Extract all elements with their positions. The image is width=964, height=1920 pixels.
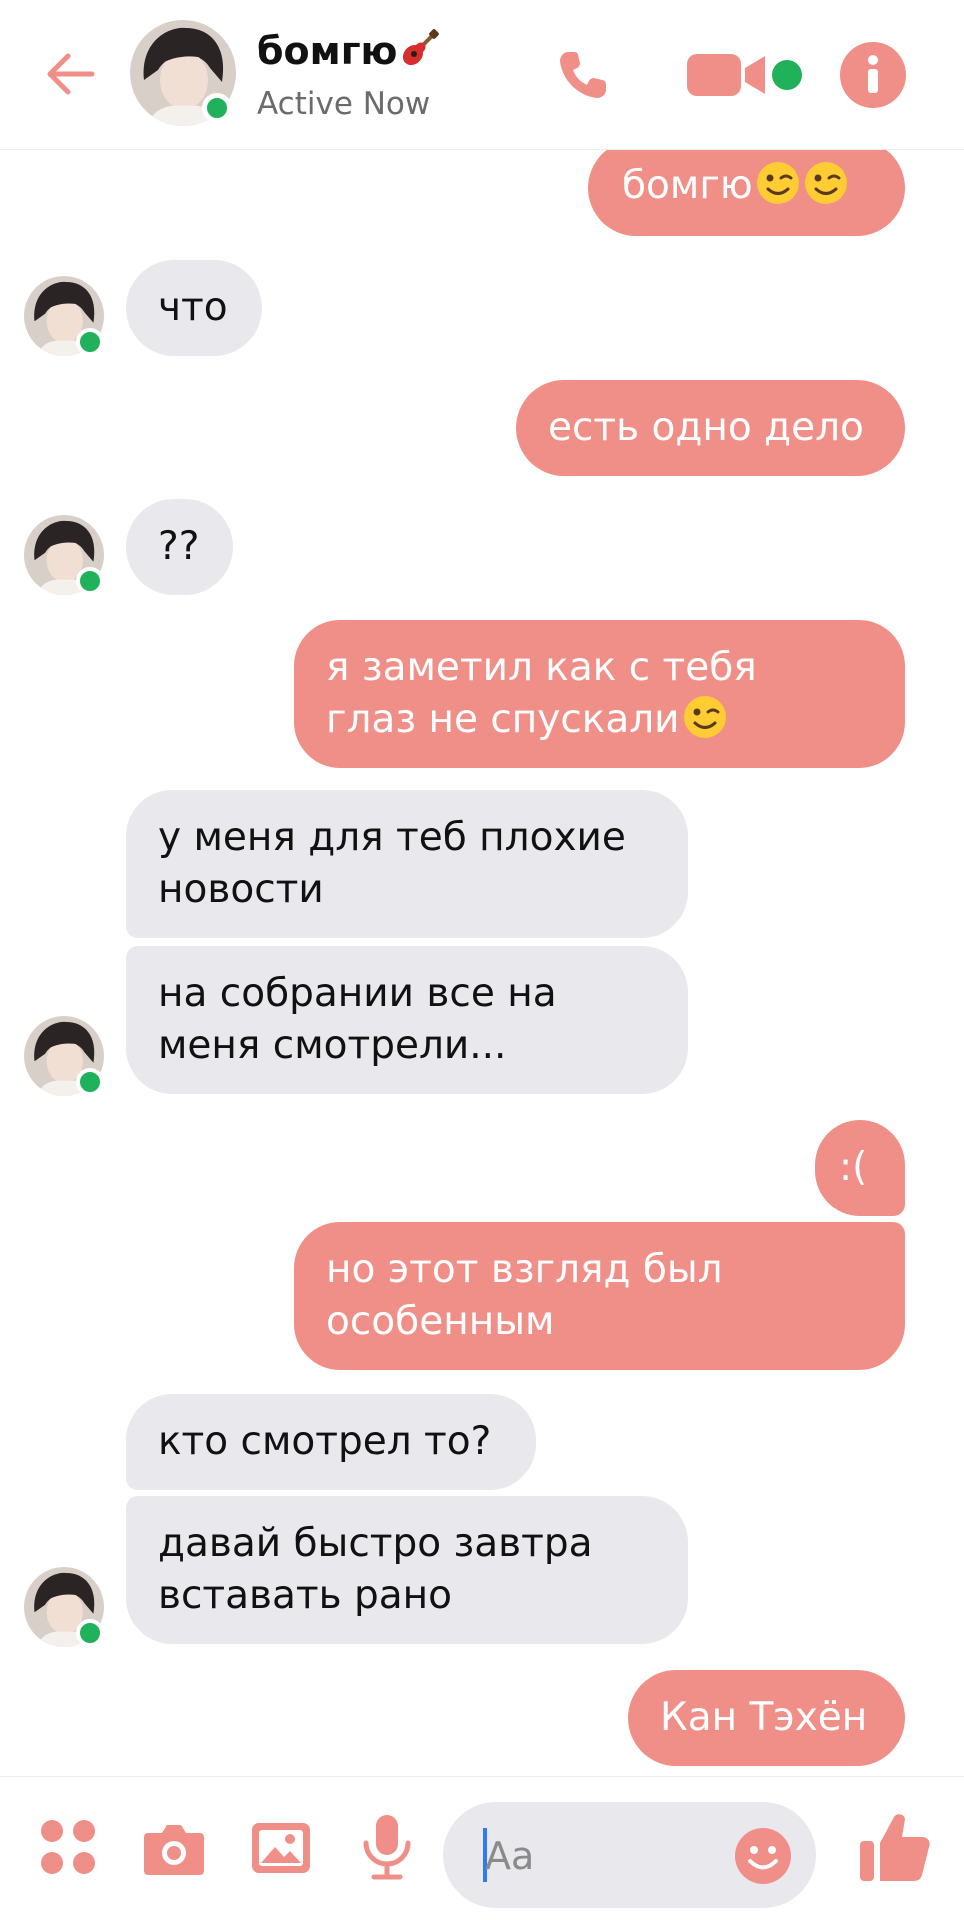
emoji-icon[interactable] <box>733 1826 793 1886</box>
microphone-icon[interactable] <box>360 1813 414 1883</box>
online-status-dot <box>202 93 232 123</box>
message-outgoing[interactable]: я заметил как с тебя глаз не спускали <box>294 620 905 768</box>
chat-header: бомгю Active Now <box>0 0 964 150</box>
thumbs-up-icon[interactable] <box>858 1809 932 1885</box>
winking-face-icon <box>756 162 799 204</box>
video-camera-icon[interactable] <box>685 50 769 100</box>
message-outgoing[interactable]: Кан Тэхён <box>628 1670 905 1766</box>
message-incoming[interactable]: у меня для теб плохие новости <box>126 790 688 938</box>
image-icon[interactable] <box>250 1817 312 1879</box>
message-incoming[interactable]: ?? <box>126 499 233 595</box>
online-status-dot <box>76 328 104 356</box>
message-incoming[interactable]: кто смотрел то? <box>126 1394 536 1490</box>
winking-face-icon <box>683 696 726 738</box>
online-status-dot <box>76 1068 104 1096</box>
active-video-dot <box>772 60 802 90</box>
message-incoming[interactable]: на собрании все на меня смотрели... <box>126 946 688 1094</box>
message-incoming[interactable]: давай быстро завтра вставать рано <box>126 1496 688 1644</box>
info-icon[interactable] <box>840 42 906 108</box>
message-input[interactable]: Aa <box>443 1802 816 1908</box>
input-placeholder: Aa <box>485 1834 535 1878</box>
online-status-dot <box>76 567 104 595</box>
online-status-dot <box>76 1619 104 1647</box>
message-outgoing[interactable]: бомгю <box>588 140 905 236</box>
menu-dots-icon[interactable] <box>38 1817 100 1879</box>
guitar-emoji-icon <box>402 29 439 66</box>
active-status: Active Now <box>257 86 431 122</box>
message-outgoing[interactable]: есть одно дело <box>516 380 905 476</box>
message-composer: Aa <box>0 1776 964 1920</box>
contact-name[interactable]: бомгю <box>257 28 440 73</box>
arrow-left-icon[interactable] <box>40 44 100 104</box>
camera-icon[interactable] <box>142 1817 206 1879</box>
message-incoming[interactable]: что <box>126 260 262 356</box>
phone-icon[interactable] <box>552 44 614 106</box>
winking-face-icon <box>804 162 847 204</box>
message-outgoing[interactable]: но этот взгляд был особенным <box>294 1222 905 1370</box>
message-outgoing[interactable]: :( <box>815 1120 905 1216</box>
